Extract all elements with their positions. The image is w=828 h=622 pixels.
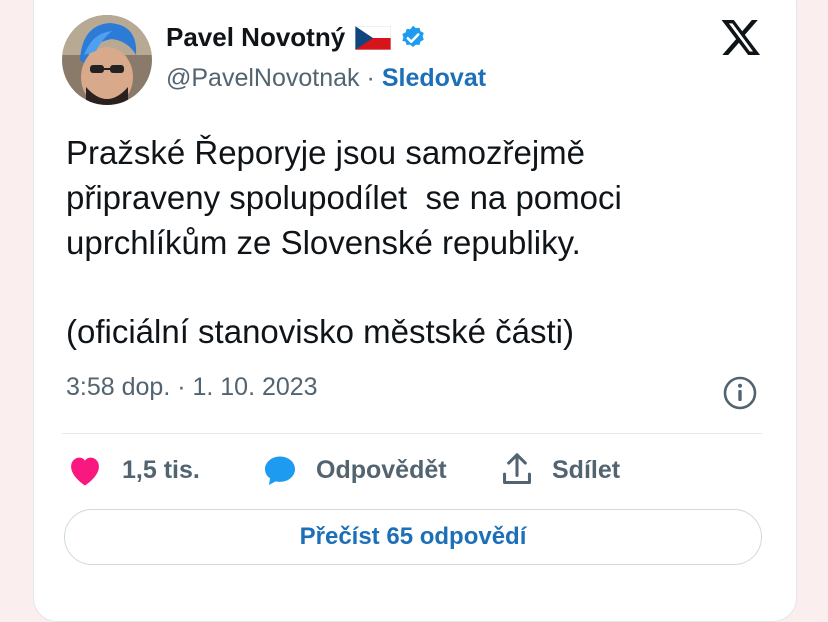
follow-button[interactable]: Sledovat — [382, 64, 486, 93]
handle-row: @PavelNovotnak · Sledovat — [166, 64, 486, 93]
verified-badge-icon — [399, 24, 427, 52]
divider — [62, 433, 762, 434]
czech-flag-icon — [354, 25, 392, 50]
avatar[interactable] — [62, 15, 152, 105]
read-replies-button[interactable]: Přečíst 65 odpovědí — [64, 509, 762, 565]
tweet-text: Pražské Řeporyje jsou samozřejmě připrav… — [66, 134, 622, 261]
author-handle[interactable]: @PavelNovotnak — [166, 64, 360, 93]
speech-bubble-icon — [262, 453, 298, 487]
share-label: Sdílet — [552, 455, 621, 484]
heart-icon — [66, 453, 104, 487]
reply-label: Odpovědět — [316, 455, 447, 484]
like-button[interactable]: 1,5 tis. — [66, 450, 200, 490]
tweet-text-statement: (oficiální stanovisko městské části) — [66, 313, 575, 350]
author-name[interactable]: Pavel Novotný — [166, 22, 345, 53]
info-icon[interactable] — [722, 375, 758, 411]
share-button[interactable]: Sdílet — [500, 450, 620, 490]
like-count: 1,5 tis. — [122, 455, 200, 484]
tweet-timestamp[interactable]: 3:58 dop. · 1. 10. 2023 — [66, 373, 318, 402]
separator: · — [366, 64, 375, 92]
x-logo-icon[interactable] — [720, 16, 762, 58]
author-name-row[interactable]: Pavel Novotný — [166, 22, 427, 53]
share-icon — [500, 452, 534, 488]
reply-button[interactable]: Odpovědět — [262, 450, 447, 490]
